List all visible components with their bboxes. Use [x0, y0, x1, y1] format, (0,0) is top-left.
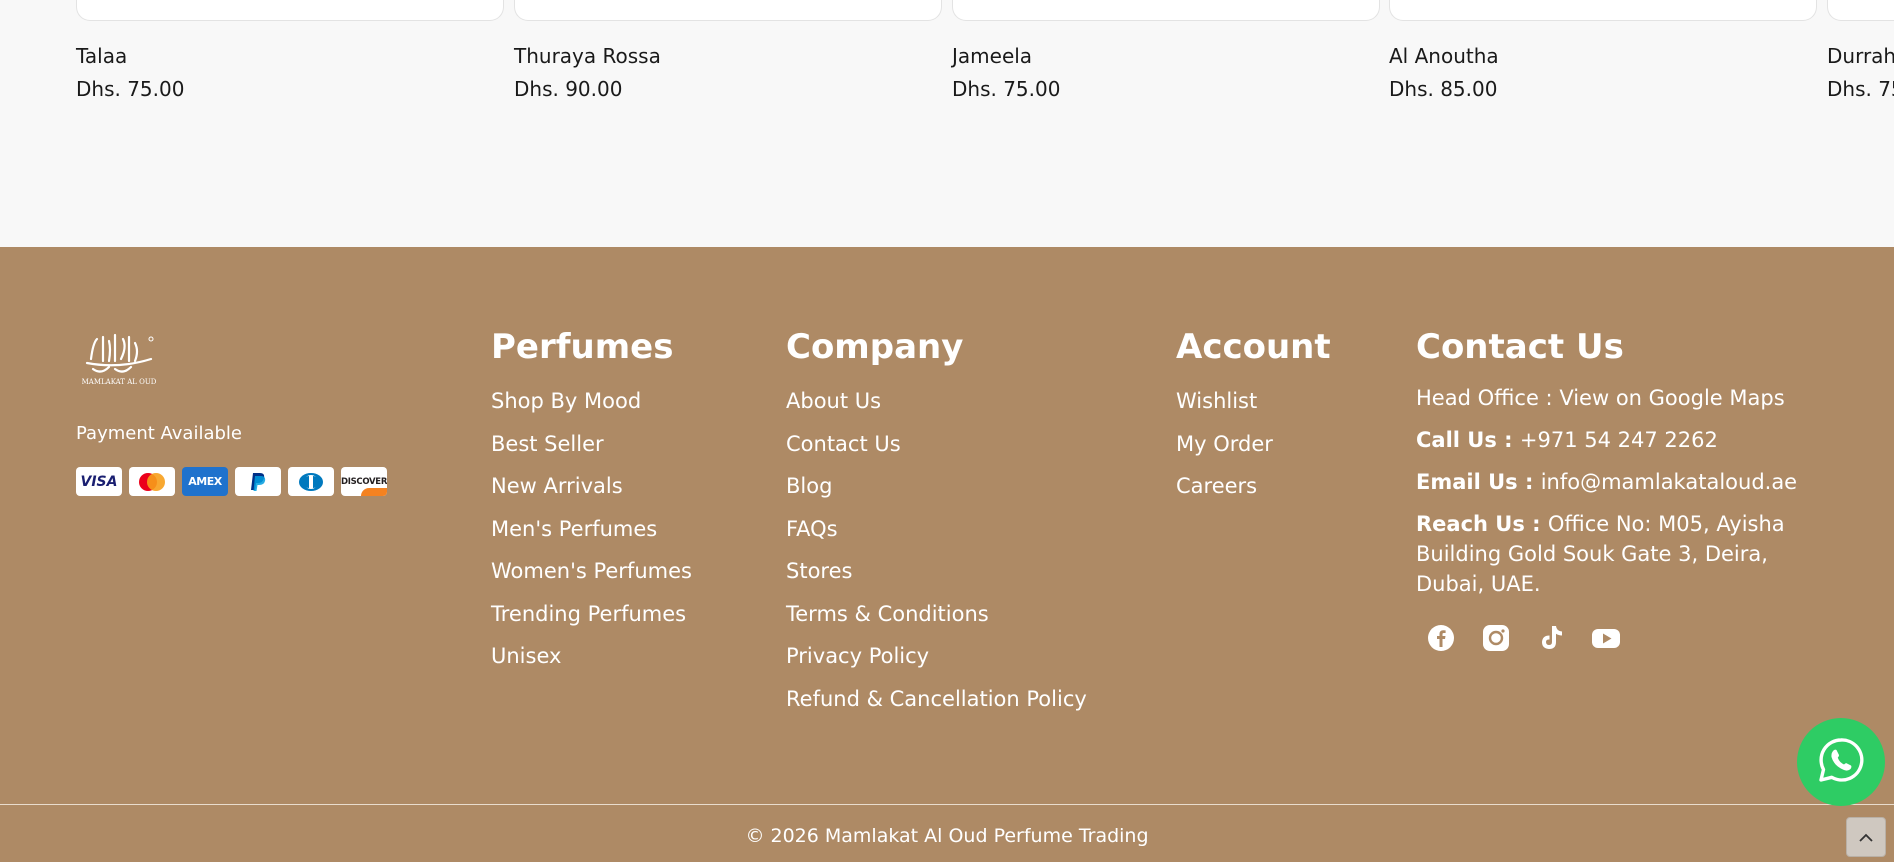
paypal-icon [235, 467, 281, 496]
product-name[interactable]: Jameela [952, 44, 1032, 68]
whatsapp-chat-button[interactable] [1797, 718, 1885, 806]
phone-link[interactable]: +971 54 247 2262 [1520, 428, 1718, 452]
payment-label: Payment Available [76, 423, 242, 444]
email-us-label: Email Us : [1416, 470, 1541, 494]
email-us: Email Us : info@mamlakataloud.ae [1416, 467, 1836, 497]
discover-icon: DISCOVER [341, 467, 387, 496]
product-name[interactable]: Al Anoutha [1389, 44, 1499, 68]
footer-link-mens-perfumes[interactable]: Men's Perfumes [491, 517, 692, 560]
email-link[interactable]: info@mamlakataloud.ae [1541, 470, 1797, 494]
facebook-icon[interactable] [1426, 623, 1456, 653]
payment-cards: VISA AMEX DISCOVER [76, 467, 387, 496]
social-links [1416, 623, 1836, 653]
footer-link-blog[interactable]: Blog [786, 474, 1087, 517]
head-office: Head Office : View on Google Maps [1416, 383, 1836, 413]
footer-link-new-arrivals[interactable]: New Arrivals [491, 474, 692, 517]
product-price: Dhs. 85.00 [1389, 77, 1498, 101]
product-strip: Talaa Dhs. 75.00 Thuraya Rossa Dhs. 90.0… [0, 0, 1894, 247]
footer-link-womens-perfumes[interactable]: Women's Perfumes [491, 559, 692, 602]
product-name[interactable]: Durrah [1827, 44, 1894, 68]
product-image[interactable] [1827, 0, 1894, 21]
product-price: Dhs. 75.00 [76, 77, 185, 101]
footer-link-refund[interactable]: Refund & Cancellation Policy [786, 687, 1087, 730]
call-us: Call Us : +971 54 247 2262 [1416, 425, 1836, 455]
footer-col-contact: Contact Us Head Office : View on Google … [1416, 327, 1836, 653]
footer-col-account: Account Wishlist My Order Careers [1176, 327, 1331, 517]
footer-link-about-us[interactable]: About Us [786, 389, 1087, 432]
head-office-label: Head Office : [1416, 386, 1560, 410]
footer-link-unisex[interactable]: Unisex [491, 644, 692, 687]
company-heading: Company [786, 327, 964, 367]
product-name[interactable]: Talaa [76, 44, 127, 68]
product-image[interactable] [952, 0, 1380, 21]
whatsapp-icon [1816, 735, 1866, 789]
site-footer: MAMLAKAT AL OUD Payment Available VISA A… [0, 247, 1894, 862]
product-price: Dhs. 75.00 [952, 77, 1061, 101]
product-image[interactable] [1389, 0, 1817, 21]
footer-link-faqs[interactable]: FAQs [786, 517, 1087, 560]
footer-link-privacy[interactable]: Privacy Policy [786, 644, 1087, 687]
product-card[interactable]: Durrah Dhs. 75.00 [1827, 0, 1894, 110]
product-price: Dhs. 75.00 [1827, 77, 1894, 101]
reach-us-label: Reach Us : [1416, 512, 1548, 536]
product-image[interactable] [514, 0, 942, 21]
footer-col-company: Company About Us Contact Us Blog FAQs St… [786, 327, 1087, 729]
footer-col-perfumes: Perfumes Shop By Mood Best Seller New Ar… [491, 327, 692, 687]
product-price: Dhs. 90.00 [514, 77, 623, 101]
footer-link-stores[interactable]: Stores [786, 559, 1087, 602]
footer-divider [0, 804, 1894, 805]
footer-link-trending-perfumes[interactable]: Trending Perfumes [491, 602, 692, 645]
scroll-to-top-button[interactable] [1846, 817, 1886, 857]
contact-heading: Contact Us [1416, 327, 1624, 367]
account-heading: Account [1176, 327, 1331, 367]
logo-text: MAMLAKAT AL OUD [82, 378, 157, 386]
visa-icon: VISA [76, 467, 122, 496]
call-us-label: Call Us : [1416, 428, 1520, 452]
google-maps-link[interactable]: View on Google Maps [1559, 386, 1784, 410]
chevron-up-icon [1858, 828, 1874, 847]
footer-link-careers[interactable]: Careers [1176, 474, 1331, 517]
youtube-icon[interactable] [1591, 623, 1621, 653]
diners-icon [288, 467, 334, 496]
footer-link-best-seller[interactable]: Best Seller [491, 432, 692, 475]
brand-logo[interactable]: MAMLAKAT AL OUD [79, 329, 159, 387]
footer-link-terms[interactable]: Terms & Conditions [786, 602, 1087, 645]
perfumes-heading: Perfumes [491, 327, 674, 367]
instagram-icon[interactable] [1481, 623, 1511, 653]
footer-link-wishlist[interactable]: Wishlist [1176, 389, 1331, 432]
reach-us: Reach Us : Office No: M05, Ayisha Buildi… [1416, 509, 1836, 599]
mastercard-icon [129, 467, 175, 496]
copyright-text: © 2026 Mamlakat Al Oud Perfume Trading [745, 825, 1149, 847]
footer-link-contact-us[interactable]: Contact Us [786, 432, 1087, 475]
footer-link-shop-by-mood[interactable]: Shop By Mood [491, 389, 692, 432]
amex-icon: AMEX [182, 467, 228, 496]
product-image[interactable] [76, 0, 504, 21]
product-name[interactable]: Thuraya Rossa [514, 44, 661, 68]
tiktok-icon[interactable] [1536, 623, 1566, 653]
footer-link-my-order[interactable]: My Order [1176, 432, 1331, 475]
